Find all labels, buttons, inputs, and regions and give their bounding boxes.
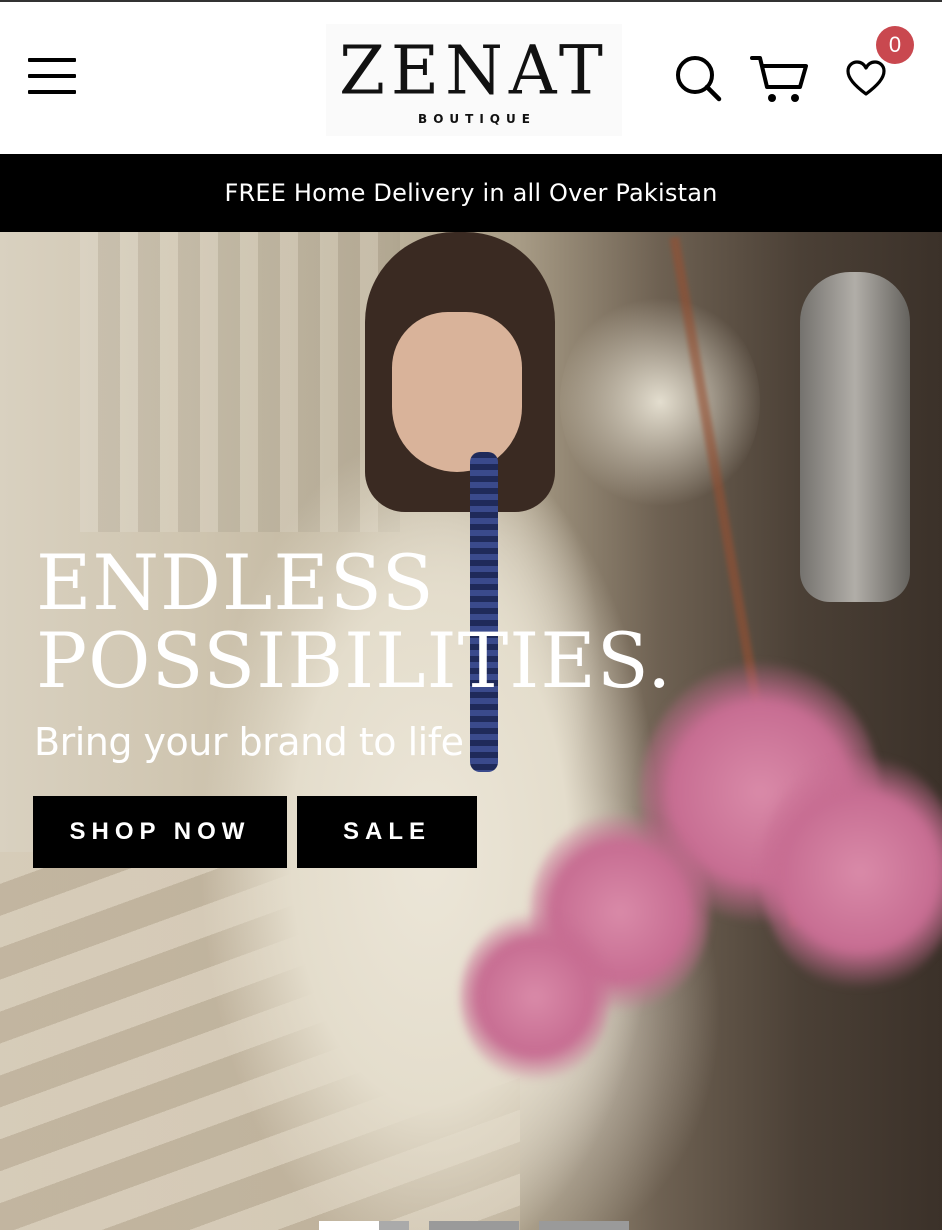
hero-title-line: POSSIBILITIES. — [36, 616, 673, 705]
model-face — [392, 312, 522, 472]
logo-title: ZENAT — [339, 31, 609, 110]
vase — [800, 272, 910, 602]
cart-icon[interactable] — [750, 54, 808, 104]
menu-line — [28, 74, 76, 78]
hero-title-line: ENDLESS — [36, 538, 435, 627]
announcement-bar: FREE Home Delivery in all Over Pakistan — [0, 154, 942, 232]
pink-orchid — [460, 912, 610, 1082]
hero-title: ENDLESS POSSIBILITIES. — [36, 544, 672, 700]
heart-icon[interactable] — [846, 60, 886, 98]
shop-now-button[interactable]: SHOP NOW — [33, 796, 287, 868]
slide-indicator-1[interactable] — [319, 1221, 409, 1230]
slide-indicator-3[interactable] — [539, 1221, 629, 1230]
search-icon[interactable] — [674, 54, 722, 102]
logo-subtitle: BOUTIQUE — [418, 112, 536, 126]
hero-subtitle: Bring your brand to life — [34, 720, 464, 764]
hamburger-menu-icon[interactable] — [28, 58, 76, 98]
brand-logo[interactable]: ZENAT BOUTIQUE — [326, 24, 622, 136]
hero-banner: ENDLESS POSSIBILITIES. Bring your brand … — [0, 232, 942, 1230]
wishlist-count-badge: 0 — [876, 26, 914, 64]
menu-line — [28, 90, 76, 94]
slide-indicator-2[interactable] — [429, 1221, 519, 1230]
sale-button[interactable]: SALE — [297, 796, 477, 868]
site-header: ZENAT BOUTIQUE 0 — [0, 2, 942, 154]
menu-line — [28, 58, 76, 62]
